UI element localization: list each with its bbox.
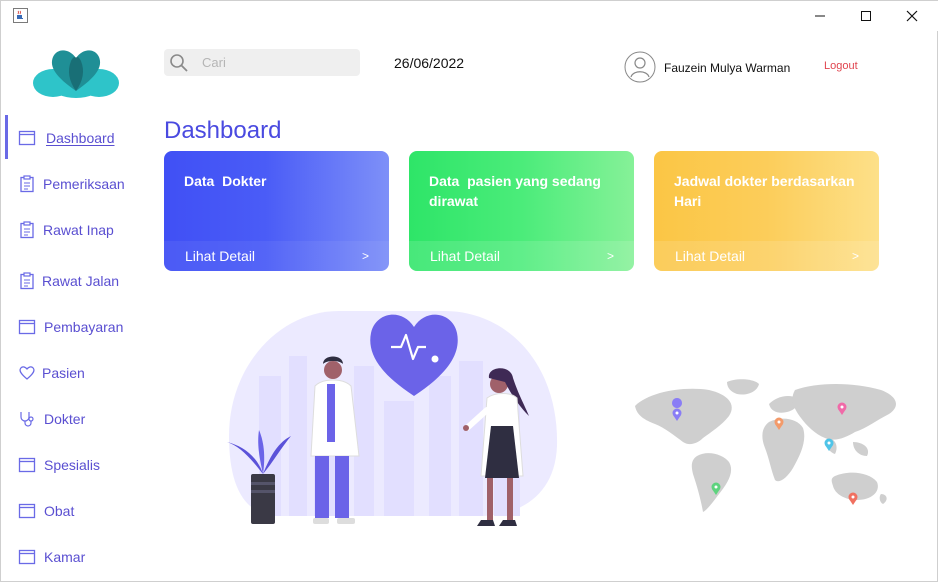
- sidebar-item-label: Rawat Inap: [43, 222, 114, 238]
- sidebar-item-label: Pasien: [42, 365, 85, 381]
- clipboard-icon: [20, 221, 34, 239]
- search-input[interactable]: [202, 53, 352, 72]
- window-icon: [18, 457, 36, 473]
- sidebar-item-label: Spesialis: [44, 457, 101, 473]
- link-label: Lihat Detail: [185, 248, 256, 264]
- card-title: Data Dokter: [184, 173, 267, 189]
- close-icon: [906, 10, 918, 22]
- sidebar-item-dashboard[interactable]: Dashboard: [1, 115, 151, 159]
- sidebar-item-label: Pembayaran: [44, 319, 124, 335]
- logout-button[interactable]: Logout: [824, 60, 858, 72]
- sidebar-item-spesialis[interactable]: Spesialis: [1, 450, 151, 480]
- stethoscope-icon: [20, 412, 34, 427]
- card-title: Jadwal dokter berdasarkan Hari: [674, 173, 859, 209]
- card-jadwal-dokter: Jadwal dokter berdasarkan Hari Lihat Det…: [654, 151, 879, 271]
- search-box: [164, 49, 360, 76]
- app-window: Dashboard Pemeriksaan Rawat Inap Rawat J…: [0, 0, 938, 582]
- card-data-dokter: Data Dokter Lihat Detail >: [164, 151, 389, 271]
- window-icon: [18, 503, 36, 519]
- sidebar-item-pasien[interactable]: Pasien: [1, 358, 151, 388]
- sidebar-item-rawat-jalan[interactable]: Rawat Jalan: [1, 266, 151, 296]
- title-bar: [1, 1, 938, 31]
- arrow-right-icon: >: [606, 249, 614, 263]
- sidebar-item-label: Pemeriksaan: [43, 176, 125, 192]
- java-coffee-icon: [13, 8, 28, 23]
- sidebar-item-label: Obat: [44, 503, 75, 519]
- page-title: Dashboard: [164, 117, 282, 144]
- card-title: Data pasien yang sedang dirawat: [429, 173, 605, 209]
- lihat-detail-link[interactable]: Lihat Detail >: [654, 241, 879, 271]
- sidebar-item-label: Rawat Jalan: [42, 273, 120, 289]
- doctors-illustration: [227, 311, 558, 526]
- sidebar-item-pemeriksaan[interactable]: Pemeriksaan: [1, 169, 151, 199]
- clipboard-icon: [20, 175, 34, 193]
- sidebar-item-label: Dokter: [44, 411, 86, 427]
- minimize-button[interactable]: [797, 1, 843, 31]
- current-date: 26/06/2022: [394, 55, 465, 71]
- arrow-right-icon: >: [851, 249, 859, 263]
- user-avatar-icon: [624, 51, 656, 83]
- search-icon: [170, 54, 188, 72]
- lihat-detail-link[interactable]: Lihat Detail >: [164, 241, 389, 271]
- sidebar-item-pembayaran[interactable]: Pembayaran: [1, 312, 151, 342]
- maximize-button[interactable]: [843, 1, 889, 31]
- sidebar-item-kamar[interactable]: Kamar: [1, 542, 151, 572]
- link-label: Lihat Detail: [430, 248, 501, 264]
- window-icon: [18, 549, 36, 565]
- link-label: Lihat Detail: [675, 248, 746, 264]
- sidebar-item-obat[interactable]: Obat: [1, 496, 151, 526]
- heart-icon: [19, 366, 35, 380]
- window-icon: [18, 319, 36, 335]
- window-icon: [18, 130, 36, 146]
- sidebar-item-label: Kamar: [44, 549, 86, 565]
- close-button[interactable]: [889, 1, 935, 31]
- card-data-pasien: Data pasien yang sedang dirawat Lihat De…: [409, 151, 634, 271]
- clipboard-icon: [20, 272, 34, 290]
- sidebar: Dashboard Pemeriksaan Rawat Inap Rawat J…: [1, 31, 151, 582]
- sidebar-item-label: Dashboard: [46, 130, 115, 146]
- world-map-illustration: [635, 379, 896, 512]
- heart-cloud-logo: [33, 50, 119, 98]
- arrow-right-icon: >: [361, 249, 369, 263]
- sidebar-item-rawat-inap[interactable]: Rawat Inap: [1, 215, 151, 245]
- maximize-icon: [861, 11, 871, 21]
- sidebar-item-dokter[interactable]: Dokter: [1, 404, 151, 434]
- user-name: Fauzein Mulya Warman: [664, 61, 791, 75]
- minimize-icon: [815, 15, 825, 17]
- lihat-detail-link[interactable]: Lihat Detail >: [409, 241, 634, 271]
